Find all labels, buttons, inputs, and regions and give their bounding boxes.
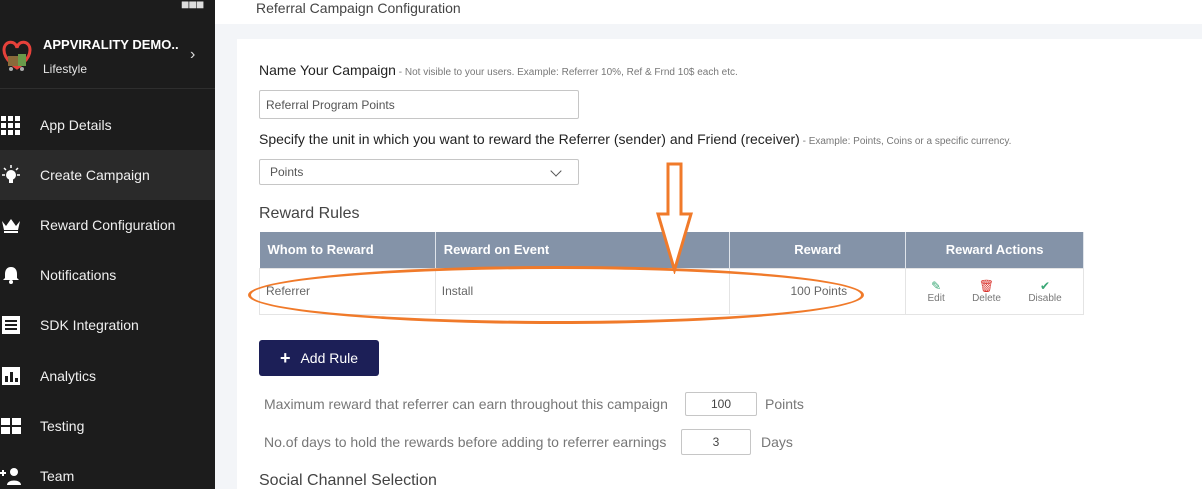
- table-header-row: Whom to Reward Reward on Event Reward Re…: [259, 232, 1084, 268]
- max-reward-label: Maximum reward that referrer can earn th…: [264, 396, 668, 412]
- cell-whom: Referrer: [259, 267, 436, 315]
- list-icon: [0, 314, 22, 336]
- app-name: APPVIRALITY DEMO..: [43, 37, 179, 52]
- hold-days-unit: Days: [761, 434, 793, 450]
- sidebar-item-label: Team: [40, 468, 75, 484]
- cell-event: Install: [434, 267, 731, 315]
- column-header: Reward: [729, 232, 907, 268]
- sidebar-item-label: Testing: [40, 418, 85, 434]
- add-rule-button[interactable]: + Add Rule: [259, 340, 379, 376]
- sidebar-item-label: Analytics: [40, 368, 97, 384]
- disable-button[interactable]: ✔ Disable: [1028, 279, 1061, 304]
- sidebar-item-label: App Details: [40, 117, 112, 133]
- sidebar-item-team[interactable]: Team: [0, 451, 215, 489]
- table-row: Referrer Install 100 Points ✎ Edit 🗑 Del…: [259, 267, 1084, 315]
- layout-icon: [0, 415, 22, 437]
- reward-unit-select[interactable]: Points: [259, 159, 579, 185]
- bar-chart-icon: [0, 365, 22, 387]
- reward-rules-title: Reward Rules: [259, 205, 360, 222]
- disable-label: Disable: [1028, 292, 1062, 304]
- reward-rules-table: Whom to Reward Reward on Event Reward Re…: [259, 232, 1084, 315]
- hold-days-input[interactable]: 3: [681, 429, 751, 455]
- campaign-name-label: Name Your Campaign - Not visible to your…: [259, 62, 738, 78]
- max-reward-value: 100: [710, 397, 732, 411]
- sidebar-item-label: SDK Integration: [40, 317, 139, 333]
- campaign-name-value: Referral Program Points: [266, 97, 395, 112]
- hold-days-value: 3: [712, 435, 720, 449]
- cell-reward: 100 Points: [729, 267, 907, 315]
- reward-unit-hint: - Example: Points, Coins or a specific c…: [799, 136, 1012, 147]
- sidebar-item-app-details[interactable]: App Details: [0, 100, 215, 150]
- app-logo: [2, 40, 32, 71]
- sidebar-item-testing[interactable]: Testing: [0, 401, 215, 451]
- bell-icon: [0, 264, 22, 286]
- edit-label: Edit: [927, 292, 945, 304]
- trash-icon: 🗑: [978, 278, 995, 293]
- app-category: Lifestyle: [43, 62, 88, 76]
- delete-label: Delete: [972, 292, 1001, 304]
- grid-icon: [0, 114, 22, 136]
- campaign-name-hint: - Not visible to your users. Example: Re…: [395, 67, 738, 78]
- edit-button[interactable]: ✎ Edit: [928, 279, 945, 304]
- more-icon[interactable]: ■■■: [181, 0, 204, 11]
- delete-button[interactable]: 🗑 Delete: [972, 279, 1001, 304]
- page-title: Referral Campaign Configuration: [256, 0, 461, 16]
- plus-icon: +: [279, 347, 291, 368]
- app-switcher[interactable]: APPVIRALITY DEMO.. Lifestyle ›: [0, 24, 215, 89]
- add-user-icon: [0, 465, 22, 487]
- sidebar-item-reward-configuration[interactable]: Reward Configuration: [0, 200, 215, 250]
- social-channel-title: Social Channel Selection: [259, 472, 437, 489]
- chevron-down-icon: [550, 165, 562, 177]
- cell-actions: ✎ Edit 🗑 Delete ✔ Disable: [905, 267, 1084, 315]
- crown-icon: [0, 214, 22, 236]
- chevron-right-icon[interactable]: ›: [190, 46, 195, 64]
- sidebar-item-sdk-integration[interactable]: SDK Integration: [0, 300, 215, 350]
- sidebar-item-label: Notifications: [40, 267, 117, 283]
- campaign-name-label-text: Name Your Campaign: [259, 62, 396, 78]
- add-rule-label: Add Rule: [300, 350, 359, 366]
- campaign-name-input[interactable]: Referral Program Points: [259, 90, 579, 119]
- sidebar-item-label: Reward Configuration: [40, 217, 176, 233]
- sidebar-item-label: Create Campaign: [40, 167, 150, 183]
- reward-unit-label: Specify the unit in which you want to re…: [259, 131, 1011, 147]
- sidebar-item-notifications[interactable]: Notifications: [0, 250, 215, 300]
- reward-unit-label-text: Specify the unit in which you want to re…: [259, 131, 800, 147]
- column-header: Reward Actions: [905, 232, 1084, 268]
- column-header: Whom to Reward: [259, 232, 436, 268]
- sidebar: ■■■ APPVIRALITY DEMO.. Lifestyle › App D…: [0, 0, 215, 489]
- max-reward-unit: Points: [765, 396, 804, 412]
- sidebar-item-analytics[interactable]: Analytics: [0, 351, 215, 401]
- reward-unit-value: Points: [270, 165, 304, 179]
- edit-icon: ✎: [931, 278, 942, 293]
- bulb-icon: [0, 164, 22, 186]
- column-header: Reward on Event: [435, 232, 731, 268]
- sidebar-item-create-campaign[interactable]: Create Campaign: [0, 150, 215, 200]
- max-reward-input[interactable]: 100: [685, 392, 757, 416]
- hold-days-label: No.of days to hold the rewards before ad…: [264, 434, 667, 450]
- check-circle-icon: ✔: [1039, 278, 1051, 293]
